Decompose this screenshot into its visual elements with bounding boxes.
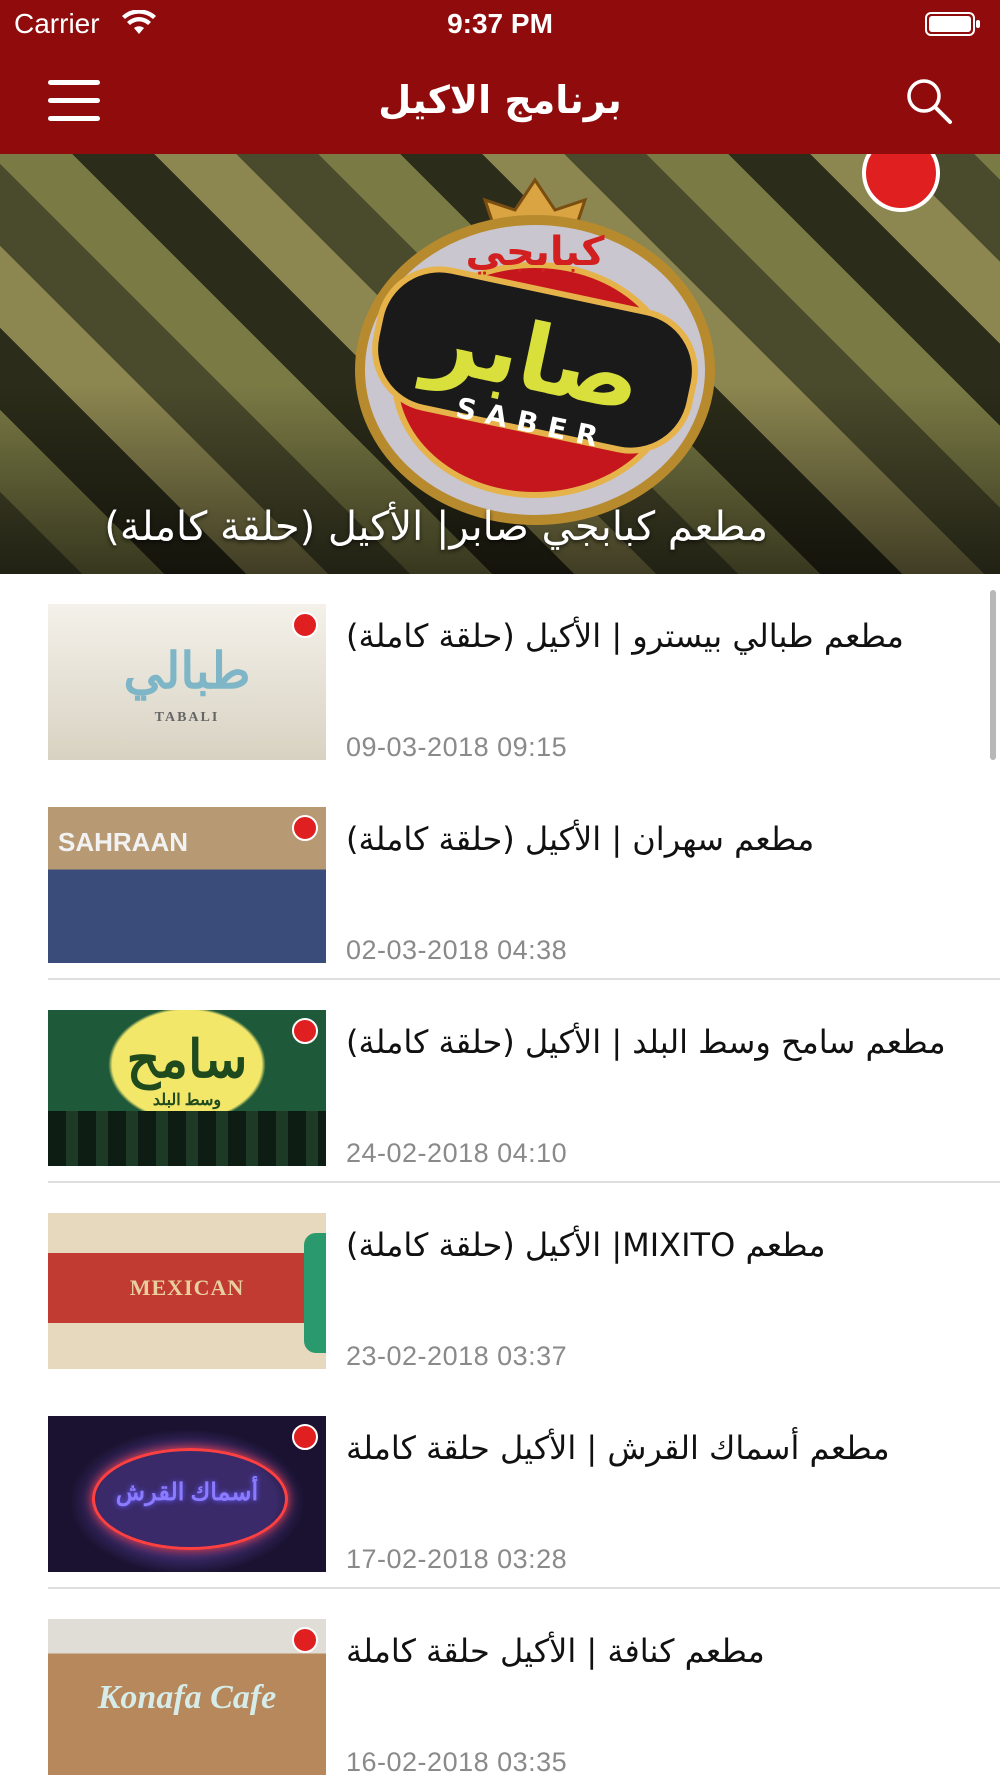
nav-bar: برنامج الاكيل: [0, 50, 1000, 154]
video-thumbnail: طبالي TABALI: [48, 604, 326, 760]
list-item[interactable]: سامح وسط البلد مطعم سامح وسط البلد | الأ…: [0, 980, 1000, 1183]
list-item[interactable]: Konafa Cafe مطعم كنافة | الأكيل حلقة كام…: [0, 1589, 1000, 1792]
list-item[interactable]: SAHRAAN مطعم سهران | الأكيل (حلقة كاملة)…: [0, 777, 1000, 980]
restaurant-logo-image: كبابجي صابر SABER: [355, 177, 715, 525]
thumbnail-sign-text: MEXICAN: [129, 1275, 245, 1300]
search-icon[interactable]: [904, 76, 954, 126]
video-date: 24-02-2018 04:10: [346, 1138, 568, 1168]
status-time: 9:37 PM: [447, 8, 553, 39]
featured-video-title: مطعم كبابجي صابر| الأكيل (حلقة كاملة): [104, 504, 768, 550]
channel-badge-icon: [292, 815, 318, 841]
video-title: مطعم سامح وسط البلد | الأكيل (حلقة كاملة…: [346, 1023, 946, 1061]
video-title: مطعم MIXITO| الأكيل (حلقة كاملة): [346, 1226, 826, 1264]
video-date: 23-02-2018 03:37: [346, 1341, 568, 1371]
battery-full-icon: [925, 12, 980, 36]
video-title: مطعم سهران | الأكيل (حلقة كاملة): [346, 820, 815, 858]
video-thumbnail: أسماك القرش: [48, 1416, 326, 1572]
channel-badge-icon: [292, 1627, 318, 1653]
page-title: برنامج الاكيل: [378, 78, 622, 122]
thumbnail-sign-text: سامح: [126, 1032, 248, 1089]
list-item[interactable]: MEXICAN مطعم MIXITO| الأكيل (حلقة كاملة)…: [0, 1183, 1000, 1386]
video-date: 09-03-2018 09:15: [346, 732, 568, 762]
channel-badge-icon: [862, 154, 940, 212]
thumbnail-sign-text: أسماك القرش: [115, 1480, 259, 1506]
thumbnail-sign-subtext: وسط البلد: [152, 1092, 222, 1109]
list-item[interactable]: طبالي TABALI مطعم طبالي بيسترو | الأكيل …: [0, 574, 1000, 777]
video-title: مطعم كنافة | الأكيل حلقة كاملة: [346, 1632, 765, 1670]
channel-badge-icon: [292, 1424, 318, 1450]
thumbnail-sign-subtext: TABALI: [154, 710, 220, 725]
logo-text-top: كبابجي: [466, 229, 606, 275]
featured-video-card[interactable]: كبابجي صابر SABER مطعم كبابجي صابر| الأك…: [0, 154, 1000, 574]
channel-badge-icon: [292, 612, 318, 638]
video-date: 17-02-2018 03:28: [346, 1544, 568, 1574]
list-item[interactable]: أسماك القرش مطعم أسماك القرش | الأكيل حل…: [0, 1386, 1000, 1589]
channel-badge-icon: [292, 1018, 318, 1044]
thumbnail-sign-text: SAHRAAN: [58, 827, 188, 857]
video-thumbnail: Konafa Cafe: [48, 1619, 326, 1775]
video-title: مطعم أسماك القرش | الأكيل حلقة كاملة: [346, 1429, 890, 1467]
video-thumbnail: سامح وسط البلد: [48, 1010, 326, 1166]
thumbnail-sign-text: Konafa Cafe: [97, 1679, 277, 1716]
video-thumbnail: SAHRAAN: [48, 807, 326, 963]
thumbnail-sign-text: طبالي: [123, 643, 251, 699]
status-bar: Carrier 9:37 PM: [0, 0, 1000, 50]
video-thumbnail: MEXICAN: [48, 1213, 326, 1369]
video-date: 02-03-2018 04:38: [346, 935, 568, 965]
video-title: مطعم طبالي بيسترو | الأكيل (حلقة كاملة): [346, 617, 904, 655]
video-date: 16-02-2018 03:35: [346, 1747, 568, 1777]
scroll-indicator[interactable]: [990, 590, 996, 760]
